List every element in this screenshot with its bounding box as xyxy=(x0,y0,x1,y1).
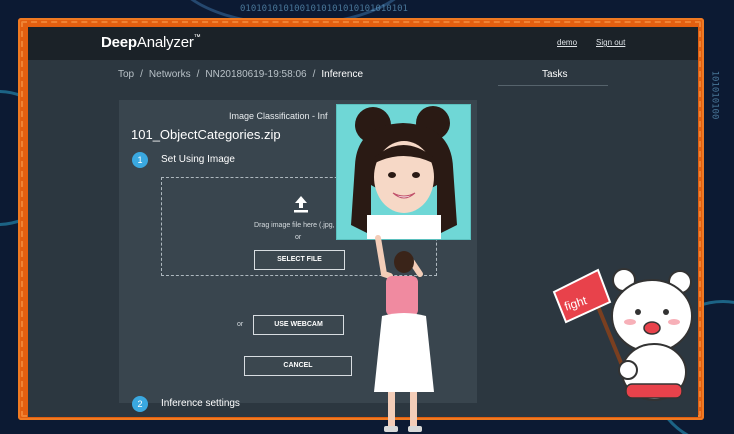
logo-bold-text: Deep xyxy=(101,34,137,51)
portrait-photo-overlay xyxy=(336,104,471,240)
tasks-divider xyxy=(498,85,608,86)
step-1-label: Set Using Image xyxy=(161,154,235,165)
logo-trademark: ™ xyxy=(193,34,201,41)
background-binary-stream: 0101010101001010101010101010101 xyxy=(240,4,408,14)
breadcrumb-top[interactable]: Top xyxy=(118,69,134,80)
background-binary-stream: 101010100 xyxy=(709,70,720,120)
step-2-badge: 2 xyxy=(132,396,148,412)
app-logo: DeepAnalyzer™ xyxy=(101,34,201,51)
breadcrumb-separator: / xyxy=(196,69,200,80)
breadcrumb-network-id[interactable]: NN20180619-19:58:06 xyxy=(205,69,306,80)
logo-light-text: Analyzer xyxy=(136,34,194,51)
step-2-label[interactable]: Inference settings xyxy=(161,398,240,409)
cancel-button[interactable]: CANCEL xyxy=(244,356,352,376)
tasks-title: Tasks xyxy=(542,69,568,80)
step-1-badge: 1 xyxy=(132,152,148,168)
dancer-figure xyxy=(374,235,434,432)
dataset-file-name: 101_ObjectCategories.zip xyxy=(131,127,281,142)
breadcrumb-current: Inference xyxy=(321,69,364,80)
nav-link-demo[interactable]: demo xyxy=(557,38,577,47)
upload-icon xyxy=(294,196,308,213)
portrait-illustration xyxy=(337,105,470,239)
panel-title: Image Classification - Inf xyxy=(229,111,328,121)
top-navbar: DeepAnalyzer™ demo Sign out xyxy=(28,27,698,60)
bear-mascot-sticker: fight xyxy=(552,268,693,401)
breadcrumb-separator: / xyxy=(312,69,316,80)
breadcrumb-networks[interactable]: Networks xyxy=(149,69,191,80)
breadcrumb: Top / Networks / NN20180619-19:58:06 / Inferen… xyxy=(118,69,369,80)
or-label: or xyxy=(237,321,244,328)
nav-link-sign-out[interactable]: Sign out xyxy=(596,38,625,47)
breadcrumb-separator: / xyxy=(140,69,143,80)
select-file-button[interactable]: SELECT FILE xyxy=(254,250,345,270)
or-label: or xyxy=(295,234,302,241)
use-webcam-button[interactable]: USE WEBCAM xyxy=(253,315,344,335)
